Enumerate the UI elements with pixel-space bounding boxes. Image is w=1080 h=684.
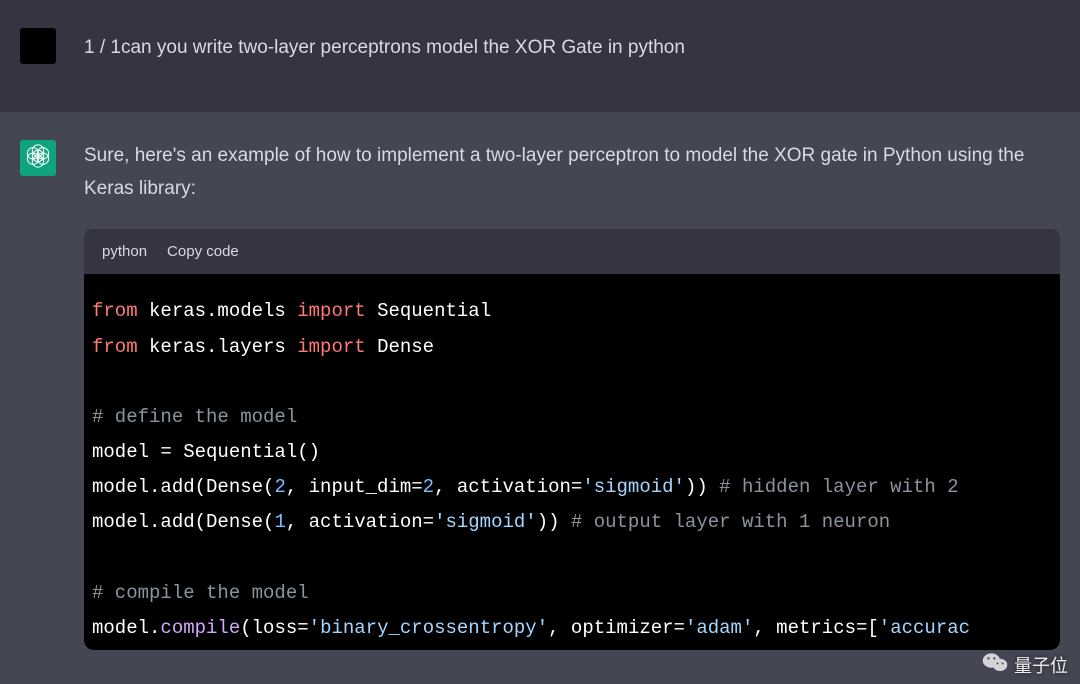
code-token: model.add(Dense(	[92, 511, 274, 533]
code-token: compile	[160, 617, 240, 639]
assistant-avatar	[20, 140, 56, 176]
message-counter: 1 / 1	[84, 37, 121, 58]
user-message-text: can you write two-layer perceptrons mode…	[121, 37, 685, 58]
watermark: 量子位	[982, 651, 1068, 678]
user-avatar	[20, 28, 56, 64]
code-token: from	[92, 336, 138, 358]
openai-logo-icon	[25, 143, 51, 174]
code-block: python Copy code from keras.models impor…	[84, 229, 1060, 650]
user-message-content: 1 / 1can you write two-layer perceptrons…	[84, 28, 1060, 64]
wechat-icon	[982, 651, 1008, 678]
code-token: keras.layers	[149, 336, 286, 358]
code-token: keras.models	[149, 300, 286, 322]
code-token: 'sigmoid'	[582, 476, 685, 498]
assistant-intro-text: Sure, here's an example of how to implem…	[84, 140, 1060, 205]
code-token: , input_dim=	[286, 476, 423, 498]
code-token: import	[297, 336, 365, 358]
code-token: 'binary_crossentropy'	[309, 617, 548, 639]
code-token: from	[92, 300, 138, 322]
code-token: ))	[685, 476, 708, 498]
code-token: ))	[537, 511, 560, 533]
code-token: # compile the model	[92, 582, 309, 604]
code-token: 2	[274, 476, 285, 498]
assistant-message-row: Sure, here's an example of how to implem…	[0, 112, 1080, 684]
code-token: (loss=	[240, 617, 308, 639]
code-token: model = Sequential()	[92, 441, 320, 463]
code-token: 'accurac	[879, 617, 970, 639]
code-language-label: python	[102, 239, 147, 265]
code-token: Sequential	[377, 300, 491, 322]
code-token: # define the model	[92, 406, 297, 428]
code-token: 'adam'	[685, 617, 753, 639]
assistant-message-content: Sure, here's an example of how to implem…	[84, 140, 1060, 650]
code-token: Dense	[377, 336, 434, 358]
code-token: import	[297, 300, 365, 322]
code-token: , activation=	[286, 511, 434, 533]
code-token: , activation=	[434, 476, 582, 498]
code-token: , metrics=[	[753, 617, 878, 639]
watermark-text: 量子位	[1014, 652, 1068, 678]
code-token: # hidden layer with 2	[708, 476, 970, 498]
code-token: , optimizer=	[548, 617, 685, 639]
code-token: # output layer with 1 neuron	[560, 511, 891, 533]
code-token: model.add(Dense(	[92, 476, 274, 498]
code-block-header: python Copy code	[84, 229, 1060, 275]
code-token: 1	[274, 511, 285, 533]
user-message-row: 1 / 1can you write two-layer perceptrons…	[0, 0, 1080, 112]
code-token: 2	[423, 476, 434, 498]
copy-code-button[interactable]: Copy code	[167, 239, 239, 265]
code-content[interactable]: from keras.models import Sequential from…	[84, 274, 1060, 649]
code-token: 'sigmoid'	[434, 511, 537, 533]
code-token: model.	[92, 617, 160, 639]
